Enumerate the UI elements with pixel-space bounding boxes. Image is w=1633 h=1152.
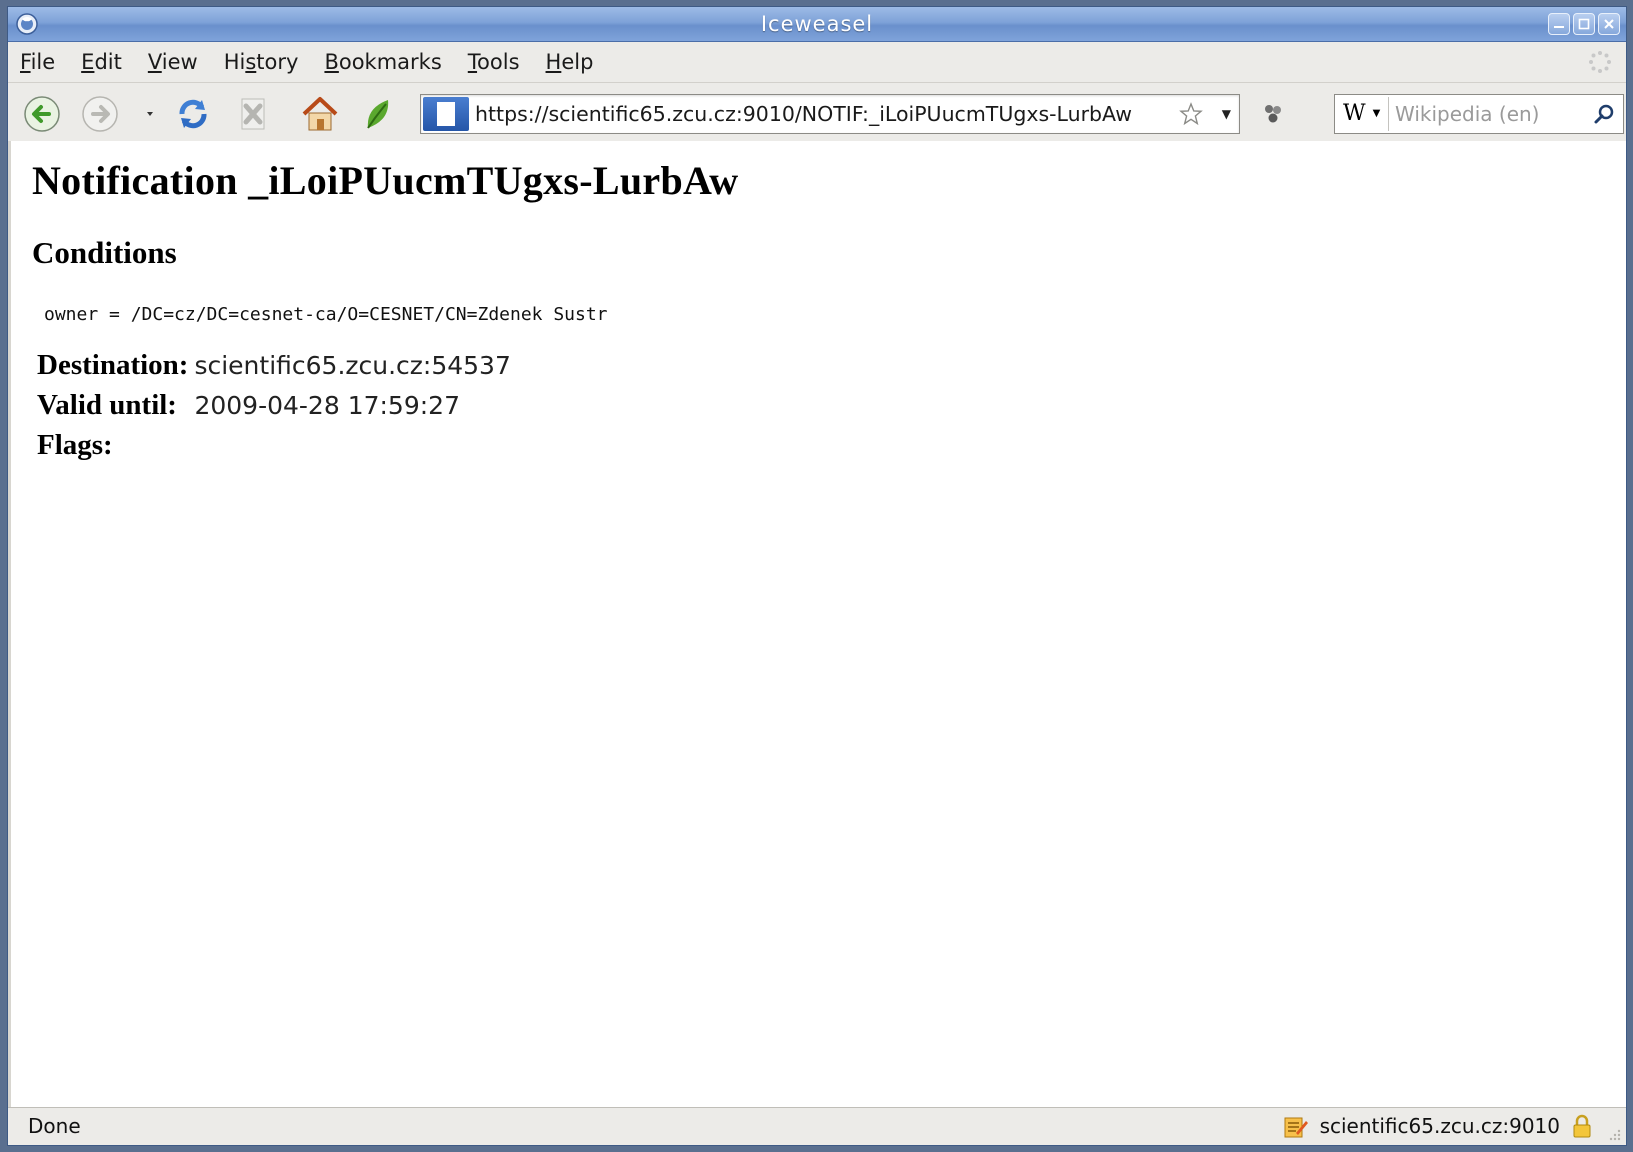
notepad-icon[interactable] <box>1282 1113 1308 1139</box>
menu-bookmarks[interactable]: Bookmarks <box>324 50 441 74</box>
menu-bar: File Edit View History Bookmarks Tools H… <box>8 42 1626 83</box>
forward-button[interactable] <box>80 94 120 134</box>
destination-label: Destination: <box>37 348 189 381</box>
engine-dropdown-icon: ▼ <box>1372 108 1381 119</box>
table-row: Destination: scientific65.zcu.cz:54537 <box>35 345 515 385</box>
menu-bookmarks-label: ookmarks <box>338 50 442 74</box>
destination-value: scientific65.zcu.cz:54537 <box>194 350 511 380</box>
title-bar[interactable]: Iceweasel <box>8 7 1626 42</box>
valid-until-label: Valid until: <box>37 388 177 421</box>
conditions-heading: Conditions <box>32 235 177 270</box>
menu-tools-accel: T <box>467 50 478 74</box>
menu-history-label: tory <box>256 50 299 74</box>
menu-edit-label: dit <box>94 50 122 74</box>
menu-view[interactable]: View <box>148 50 198 74</box>
status-host[interactable]: scientific65.zcu.cz:9010 <box>1320 1114 1560 1138</box>
menu-view-accel: V <box>147 50 162 74</box>
search-engine-selector[interactable]: W ▼ <box>1337 97 1389 131</box>
url-text[interactable]: https://scientific65.zcu.cz:9010/NOTIF:_… <box>475 95 1132 133</box>
menu-file-label: ile <box>30 50 56 74</box>
menu-view-label: iew <box>161 50 198 74</box>
home-icon[interactable] <box>298 94 342 134</box>
page-title: Notification _iLoiPUucmTUgxs-LurbAw <box>32 158 739 203</box>
navigation-toolbar: https://scientific65.zcu.cz:9010/NOTIF:_… <box>8 83 1626 142</box>
menu-file-accel: F <box>20 50 31 74</box>
bookmark-star-icon[interactable] <box>1179 102 1203 126</box>
notification-info-table: Destination: scientific65.zcu.cz:54537 V… <box>35 345 515 465</box>
flags-value <box>192 425 514 465</box>
menu-history-accel: s <box>245 50 257 74</box>
browser-window: Iceweasel File Edit View History Bookmar… <box>7 6 1627 1146</box>
url-dropdown-icon[interactable]: ▼ <box>1222 95 1231 133</box>
window-title: Iceweasel <box>760 12 874 36</box>
leaf-addon-icon[interactable] <box>360 94 396 134</box>
table-row: Valid until: 2009-04-28 17:59:27 <box>35 385 515 425</box>
wikipedia-logo-icon: W <box>1343 101 1366 126</box>
menu-edit[interactable]: Edit <box>81 50 122 74</box>
flags-label: Flags: <box>37 428 113 461</box>
reload-icon[interactable] <box>172 94 214 134</box>
status-text: Done <box>28 1114 81 1138</box>
minimize-icon <box>1554 26 1564 28</box>
close-window-button[interactable] <box>1598 13 1620 35</box>
minimize-button[interactable] <box>1548 13 1570 35</box>
menu-help-accel: H <box>545 50 562 74</box>
conditions-text: owner = /DC=cz/DC=cesnet-ca/O=CESNET/CN=… <box>44 304 608 325</box>
search-icon[interactable] <box>1593 103 1615 125</box>
lock-icon[interactable] <box>1572 1114 1592 1138</box>
menu-help[interactable]: Help <box>546 50 594 74</box>
valid-until-value: 2009-04-28 17:59:27 <box>194 390 460 420</box>
url-bar[interactable]: https://scientific65.zcu.cz:9010/NOTIF:_… <box>420 94 1240 134</box>
stop-icon[interactable] <box>232 94 274 134</box>
menu-history[interactable]: History <box>224 50 299 74</box>
page-content[interactable]: Notification _iLoiPUucmTUgxs-LurbAw Cond… <box>8 141 1626 1108</box>
menu-tools-label: ools <box>477 50 520 74</box>
search-bar[interactable]: W ▼ <box>1334 94 1624 134</box>
search-input[interactable] <box>1395 95 1585 133</box>
maximize-button[interactable] <box>1573 13 1595 35</box>
page-icon <box>437 102 455 126</box>
status-right: scientific65.zcu.cz:9010 <box>1282 1108 1592 1144</box>
menu-file[interactable]: File <box>20 50 55 74</box>
resize-grip-icon[interactable] <box>1606 1126 1622 1142</box>
menu-bookmarks-accel: B <box>324 50 339 74</box>
history-dropdown-icon[interactable] <box>144 108 156 120</box>
menu-help-label: elp <box>561 50 594 74</box>
menu-edit-accel: E <box>81 50 95 74</box>
table-row: Flags: <box>35 425 515 465</box>
status-bar: Done scientific65.zcu.cz:9010 <box>8 1107 1626 1145</box>
menu-tools[interactable]: Tools <box>468 50 520 74</box>
maximize-icon <box>1578 18 1590 30</box>
site-identity-icon[interactable] <box>423 97 469 131</box>
menu-history-pre: Hi <box>223 50 246 74</box>
window-controls <box>1548 13 1620 35</box>
extension-paw-icon[interactable] <box>1260 101 1286 127</box>
back-button[interactable] <box>22 94 62 134</box>
close-icon <box>1604 19 1614 29</box>
activity-throbber-icon <box>1589 51 1611 73</box>
